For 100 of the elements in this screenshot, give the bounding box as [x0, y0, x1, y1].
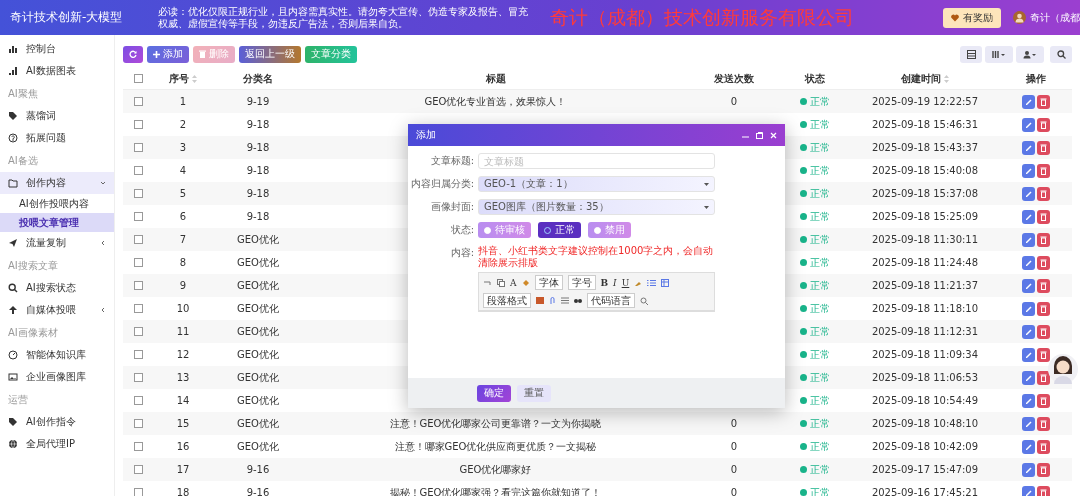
code-language-select[interactable]: 代码语言: [587, 293, 635, 308]
row-checkbox[interactable]: [133, 488, 143, 496]
delete-button[interactable]: [1037, 439, 1050, 454]
delete-button[interactable]: [1037, 416, 1050, 431]
nav-item[interactable]: AI创作指令: [0, 411, 114, 433]
close-icon[interactable]: [770, 131, 777, 139]
delete-button[interactable]: [1037, 462, 1050, 477]
edit-button[interactable]: [1022, 370, 1035, 385]
title-input[interactable]: 文章标题: [478, 153, 715, 169]
table-view-button[interactable]: [960, 45, 982, 63]
edit-button[interactable]: [1022, 485, 1035, 496]
row-checkbox[interactable]: [133, 396, 143, 405]
edit-button[interactable]: [1022, 301, 1035, 316]
align-icon[interactable]: [561, 297, 569, 304]
format-button[interactable]: B: [600, 277, 609, 288]
delete-button[interactable]: [1037, 117, 1050, 132]
font-select[interactable]: 字体: [534, 275, 563, 290]
copy-icon[interactable]: [497, 278, 505, 287]
row-checkbox[interactable]: [133, 327, 143, 336]
edit-button[interactable]: [1022, 462, 1035, 477]
edit-button[interactable]: [1022, 140, 1035, 155]
table-icon[interactable]: [661, 278, 670, 287]
reward-button[interactable]: 有奖励: [943, 7, 1001, 28]
nav-item[interactable]: 企业画像图库: [0, 366, 114, 388]
nav-item[interactable]: 流量复制: [0, 232, 114, 254]
nav-item[interactable]: 蒸馏词: [0, 105, 114, 127]
edit-button[interactable]: [1022, 278, 1035, 293]
select-all-checkbox[interactable]: [133, 74, 143, 83]
edit-button[interactable]: [1022, 117, 1035, 132]
edit-button[interactable]: [1022, 347, 1035, 362]
row-checkbox[interactable]: [133, 166, 143, 175]
nav-item[interactable]: 控制台: [0, 38, 114, 60]
nav-item[interactable]: AI数据图表: [0, 60, 114, 82]
delete-button[interactable]: [1037, 186, 1050, 201]
back-button[interactable]: 返回上一级: [239, 45, 301, 63]
delete-button[interactable]: [1037, 278, 1050, 293]
edit-button[interactable]: [1022, 232, 1035, 247]
delete-button[interactable]: [1037, 485, 1050, 496]
delete-button[interactable]: [1037, 163, 1050, 178]
zoom-icon[interactable]: [640, 296, 648, 305]
confirm-button[interactable]: 确定: [477, 384, 511, 402]
refresh-button[interactable]: [123, 45, 143, 63]
nav-item[interactable]: 智能体知识库: [0, 344, 114, 366]
search-button[interactable]: [1050, 45, 1072, 63]
row-checkbox[interactable]: [133, 97, 143, 106]
nav-item[interactable]: 拓展问题: [0, 127, 114, 149]
row-checkbox[interactable]: [133, 442, 143, 451]
nav-item[interactable]: 自媒体投喂: [0, 299, 114, 321]
delete-button[interactable]: [1037, 301, 1050, 316]
edit-button[interactable]: [1022, 94, 1035, 109]
nav-subitem[interactable]: 投喂文章管理: [0, 213, 114, 232]
delete-button[interactable]: [1037, 370, 1050, 385]
row-checkbox[interactable]: [133, 373, 143, 382]
row-checkbox[interactable]: [133, 189, 143, 198]
size-select[interactable]: 字号: [567, 275, 596, 290]
edit-button[interactable]: [1022, 209, 1035, 224]
paperclip-icon[interactable]: [549, 296, 556, 305]
delete-button[interactable]: [1037, 94, 1050, 109]
select-field[interactable]: GEO图库（图片数量：35）: [478, 199, 715, 215]
nav-subitem[interactable]: AI创作投喂内容: [0, 194, 114, 213]
format-button[interactable]: I: [613, 277, 617, 288]
edit-button[interactable]: [1022, 439, 1035, 454]
columns-button[interactable]: [985, 45, 1013, 63]
edit-button[interactable]: [1022, 324, 1035, 339]
row-checkbox[interactable]: [133, 212, 143, 221]
status-radio[interactable]: 正常: [538, 222, 581, 238]
edit-button[interactable]: [1022, 163, 1035, 178]
edit-button[interactable]: [1022, 393, 1035, 408]
row-checkbox[interactable]: [133, 120, 143, 129]
row-checkbox[interactable]: [133, 258, 143, 267]
row-checkbox[interactable]: [133, 235, 143, 244]
maximize-icon[interactable]: [756, 131, 763, 139]
delete-button[interactable]: [1037, 255, 1050, 270]
delete-button[interactable]: [1037, 324, 1050, 339]
delete-button[interactable]: [1037, 232, 1050, 247]
export-button[interactable]: [1016, 45, 1044, 63]
delete-button[interactable]: [1037, 393, 1050, 408]
delete-button[interactable]: [1037, 209, 1050, 224]
reset-button[interactable]: 重置: [517, 384, 551, 402]
add-button[interactable]: 添加: [147, 45, 189, 63]
paint-bucket-icon[interactable]: [521, 278, 530, 287]
nav-item[interactable]: 创作内容: [0, 172, 114, 194]
quote-icon[interactable]: [574, 297, 582, 304]
edit-button[interactable]: [1022, 186, 1035, 201]
row-checkbox[interactable]: [133, 465, 143, 474]
format-button[interactable]: U: [621, 277, 630, 288]
row-checkbox[interactable]: [133, 281, 143, 290]
delete-button[interactable]: [1037, 140, 1050, 155]
row-checkbox[interactable]: [133, 419, 143, 428]
row-checkbox[interactable]: [133, 304, 143, 313]
font-color-button[interactable]: A: [510, 277, 517, 288]
row-checkbox[interactable]: [133, 350, 143, 359]
paragraph-select[interactable]: 段落格式: [483, 293, 531, 308]
edit-button[interactable]: [1022, 416, 1035, 431]
nav-item[interactable]: 全局代理IP: [0, 433, 114, 455]
row-checkbox[interactable]: [133, 143, 143, 152]
list-icon[interactable]: [647, 278, 657, 287]
edit-button[interactable]: [1022, 255, 1035, 270]
nav-item[interactable]: AI搜索状态: [0, 277, 114, 299]
select-field[interactable]: GEO-1（文章：1）: [478, 176, 715, 192]
